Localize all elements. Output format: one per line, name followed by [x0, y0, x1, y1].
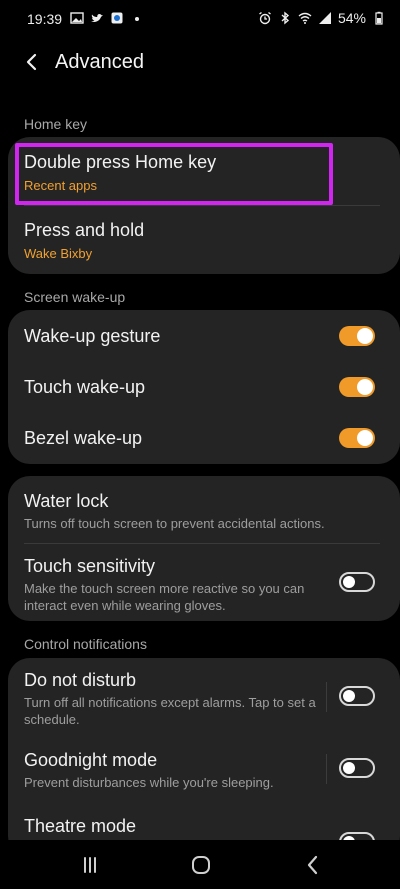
touch-wakeup-toggle[interactable]	[339, 377, 375, 397]
touch-settings-card: Water lock Turns off touch screen to pre…	[8, 476, 400, 621]
alarm-icon	[258, 11, 272, 25]
home-icon[interactable]	[188, 852, 214, 878]
setting-touch-sensitivity[interactable]: Touch sensitivity Make the touch screen …	[8, 544, 400, 621]
setting-press-and-hold[interactable]: Press and hold Wake Bixby	[8, 206, 400, 274]
setting-touch-wakeup[interactable]: Touch wake-up	[8, 362, 400, 413]
app-icon	[110, 11, 124, 25]
setting-goodnight-mode[interactable]: Goodnight mode Prevent disturbances whil…	[8, 736, 400, 804]
status-time: 19:39	[27, 11, 63, 27]
navigation-bar	[0, 840, 400, 889]
setting-description: Make the touch screen more reactive so y…	[24, 581, 305, 613]
section-label-home-key: Home key	[24, 116, 88, 132]
setting-title: Theatre mode	[24, 816, 137, 836]
setting-water-lock[interactable]: Water lock Turns off touch screen to pre…	[8, 476, 400, 542]
toggle-knob	[357, 379, 373, 395]
twitter-icon	[90, 11, 104, 25]
setting-title: Do not disturb	[24, 670, 137, 690]
setting-title: Wake-up gesture	[24, 326, 161, 346]
page-title: Advanced	[55, 51, 144, 73]
goodnight-mode-toggle[interactable]	[339, 758, 375, 778]
setting-title: Touch sensitivity	[24, 556, 156, 576]
touch-sensitivity-toggle[interactable]	[339, 572, 375, 592]
toggle-knob	[343, 762, 355, 774]
setting-wakeup-gesture[interactable]: Wake-up gesture	[8, 310, 400, 362]
bluetooth-icon	[278, 11, 292, 25]
section-label-control-notifications: Control notifications	[24, 636, 147, 652]
bezel-wakeup-toggle[interactable]	[339, 428, 375, 448]
back-icon[interactable]	[300, 852, 326, 878]
setting-do-not-disturb[interactable]: Do not disturb Turn off all notification…	[8, 658, 400, 735]
do-not-disturb-toggle[interactable]	[339, 686, 375, 706]
app-header: Advanced	[0, 40, 400, 90]
setting-title: Goodnight mode	[24, 750, 158, 770]
image-icon	[70, 11, 84, 25]
toggle-knob	[357, 430, 373, 446]
status-indicators: 54%	[258, 10, 386, 26]
back-arrow-icon[interactable]	[20, 50, 44, 74]
setting-value: Wake Bixby	[24, 246, 93, 261]
notification-icons	[70, 11, 144, 25]
control-notifications-card: Do not disturb Turn off all notification…	[8, 658, 400, 858]
setting-description: Prevent disturbances while you're sleepi…	[24, 775, 274, 790]
toggle-knob	[343, 576, 355, 588]
vertical-separator	[326, 682, 327, 712]
recents-icon[interactable]	[77, 852, 103, 878]
setting-description: Turn off all notifications except alarms…	[24, 695, 316, 727]
wifi-icon	[298, 11, 312, 25]
toggle-knob	[343, 690, 355, 702]
signal-icon	[318, 11, 332, 25]
wakeup-gesture-toggle[interactable]	[339, 326, 375, 346]
setting-title: Touch wake-up	[24, 377, 146, 397]
battery-icon	[372, 11, 386, 25]
toggle-knob	[357, 328, 373, 344]
battery-percent: 54%	[337, 10, 366, 26]
setting-title: Bezel wake-up	[24, 428, 143, 448]
setting-description: Turns off touch screen to prevent accide…	[24, 516, 325, 531]
dot-icon	[130, 11, 144, 25]
setting-title: Press and hold	[24, 220, 145, 240]
vertical-separator	[326, 754, 327, 784]
status-bar: 19:39 54%	[0, 0, 400, 40]
highlight-box	[15, 143, 333, 205]
section-label-screen-wakeup: Screen wake-up	[24, 289, 126, 305]
setting-bezel-wakeup[interactable]: Bezel wake-up	[8, 413, 400, 464]
setting-title: Water lock	[24, 491, 109, 511]
screen-wakeup-card: Wake-up gesture Touch wake-up Bezel wake…	[8, 310, 400, 464]
